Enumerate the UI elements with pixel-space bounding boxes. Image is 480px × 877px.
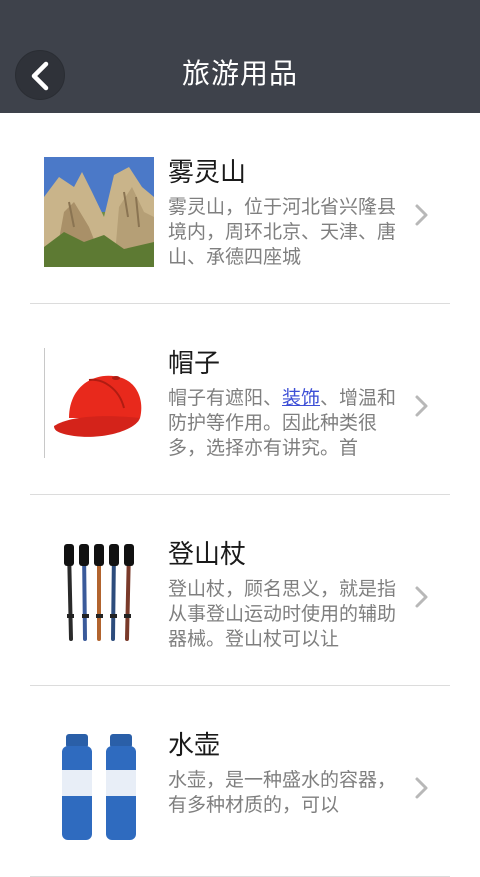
chevron-right-icon (415, 777, 428, 799)
description-text: 帽子有遮阳、 (168, 387, 283, 409)
top-bar: 旅游用品 (0, 0, 480, 113)
trekking-poles-photo (44, 539, 154, 649)
chevron-right-icon (415, 204, 428, 226)
list-item[interactable]: 雾灵山 雾灵山，位于河北省兴隆县境内，周环北京、天津、唐山、承德四座城 (30, 113, 450, 304)
item-title: 雾灵山 (168, 158, 247, 188)
item-description: 登山杖，顾名思义，就是指从事登山运动时使用的辅助器械。登山杖可以让 (168, 578, 397, 650)
list-item[interactable]: 登山杖 登山杖，顾名思义，就是指从事登山运动时使用的辅助器械。登山杖可以让 (30, 495, 450, 686)
list-item[interactable]: 水壶 水壶，是一种盛水的容器，有多种材质的，可以 (30, 686, 450, 877)
chevron-right-icon (415, 395, 428, 417)
water-bottles-photo (44, 730, 154, 840)
item-list: 雾灵山 雾灵山，位于河北省兴隆县境内，周环北京、天津、唐山、承德四座城 帽子 帽… (0, 113, 480, 877)
item-description: 水壶，是一种盛水的容器，有多种材质的，可以 (168, 769, 397, 816)
item-title: 登山杖 (168, 540, 247, 570)
item-title: 帽子 (168, 349, 221, 379)
list-item[interactable]: 帽子 帽子有遮阳、装饰、增温和防护等作用。因此种类很多，选择亦有讲究。首 (30, 304, 450, 495)
item-title: 水壶 (168, 731, 221, 761)
red-cap-photo (44, 348, 154, 458)
chevron-right-icon (415, 586, 428, 608)
description-link[interactable]: 装饰 (282, 387, 320, 409)
mountain-photo (44, 157, 154, 267)
page-title: 旅游用品 (181, 57, 298, 90)
item-description: 帽子有遮阳、装饰、增温和防护等作用。因此种类很多，选择亦有讲究。首 (168, 386, 403, 461)
item-description: 雾灵山，位于河北省兴隆县境内，周环北京、天津、唐山、承德四座城 (168, 196, 397, 268)
